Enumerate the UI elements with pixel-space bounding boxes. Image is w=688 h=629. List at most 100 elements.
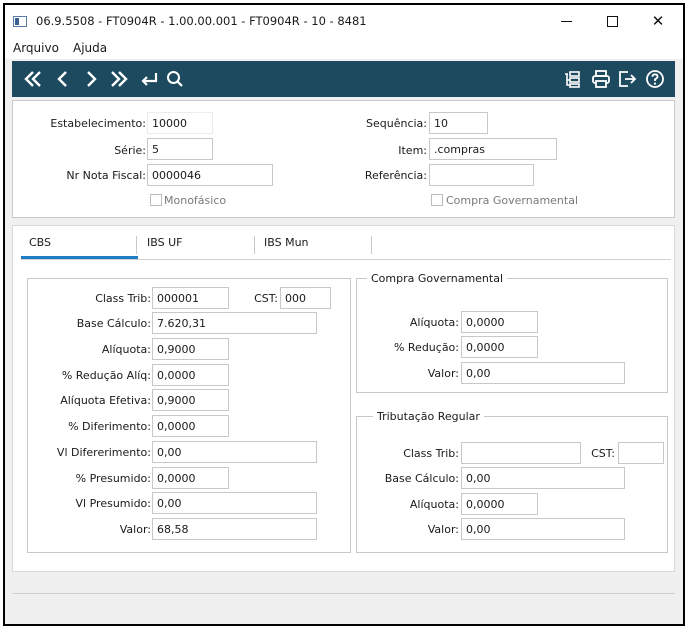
compra-governamental-group: Compra Governamental Alíquota: 0,0000 % … [356, 272, 668, 393]
tab-ibs-mun[interactable]: IBS Mun [264, 236, 309, 249]
close-icon: ✕ [651, 12, 665, 30]
tab-cbs[interactable]: CBS [29, 236, 51, 249]
cg-reducao-field[interactable]: 0,0000 [461, 336, 538, 358]
exit-button[interactable] [616, 68, 638, 90]
compra-governamental-label: Compra Governamental [446, 194, 579, 207]
last-icon [111, 71, 128, 87]
filter-button[interactable] [562, 68, 584, 90]
previous-icon [57, 71, 67, 87]
filter-icon [565, 71, 580, 88]
compra-governamental-title: Compra Governamental [367, 272, 508, 285]
cg-valor-field[interactable]: 0,00 [461, 362, 625, 384]
base-calculo-label: Base Cálculo: [76, 317, 151, 330]
close-button[interactable]: ✕ [635, 5, 681, 37]
tributacao-regular-group: Tributação Regular Class Trib: CST: Base… [356, 410, 668, 553]
vl-diferimento-label: Vl Difererimento: [56, 446, 151, 459]
previous-record-button[interactable] [52, 68, 74, 90]
monofasico-label: Monofásico [164, 194, 227, 207]
presumido-label: % Presumido: [75, 472, 151, 485]
print-button[interactable] [590, 68, 612, 90]
vl-diferimento-field[interactable]: 0,00 [152, 441, 317, 463]
maximize-button[interactable] [589, 5, 635, 37]
valor-label: Valor: [119, 523, 151, 536]
search-button[interactable] [164, 68, 186, 90]
application-window: 06.9.5508 - FT0904R - 1.00.00.001 - FT09… [3, 3, 685, 626]
tr-cst-label: CST: [591, 447, 615, 460]
vl-presumido-field[interactable]: 0,00 [152, 492, 317, 514]
tributacao-regular-title: Tributação Regular [373, 410, 484, 423]
tr-cst-field[interactable] [618, 442, 664, 464]
estabelecimento-field[interactable]: 10000 [147, 112, 213, 134]
cg-reducao-label: % Redução: [393, 341, 459, 354]
minimize-button[interactable] [543, 5, 589, 37]
status-divider [12, 593, 675, 594]
tr-class-trib-label: Class Trib: [403, 447, 459, 460]
help-button[interactable] [644, 68, 666, 90]
tr-valor-label: Valor: [427, 523, 459, 536]
exit-icon [619, 71, 637, 87]
print-icon [592, 70, 610, 88]
item-field[interactable]: .compras [429, 138, 557, 160]
first-icon [24, 71, 41, 87]
title-bar: 06.9.5508 - FT0904R - 1.00.00.001 - FT09… [5, 5, 683, 37]
monofasico-checkbox[interactable] [150, 194, 162, 206]
goto-icon [141, 73, 158, 86]
cst-label: CST: [254, 292, 278, 305]
header-panel: Estabelecimento: 10000 Série: 5 Nr Nota … [12, 100, 675, 218]
referencia-field[interactable] [429, 164, 534, 186]
tr-aliquota-label: Alíquota: [409, 498, 459, 511]
minimize-icon [560, 20, 572, 22]
aliquota-efetiva-label: Alíquota Efetiva: [60, 394, 151, 407]
search-icon [167, 71, 183, 87]
serie-field[interactable]: 5 [147, 138, 213, 160]
class-trib-field[interactable]: 000001 [152, 287, 229, 309]
vl-presumido-label: Vl Presumido: [75, 497, 151, 510]
tr-aliquota-field[interactable]: 0,0000 [461, 493, 538, 515]
tab-separator [136, 236, 137, 254]
estabelecimento-label: Estabelecimento: [50, 117, 146, 130]
item-label: Item: [398, 144, 427, 157]
tr-base-calculo-label: Base Cálculo: [384, 472, 459, 485]
help-icon [646, 70, 664, 88]
tab-divider [21, 259, 671, 260]
cg-aliquota-label: Alíquota: [409, 316, 459, 329]
cbs-group: Class Trib: 000001 CST: 000 Base Cálculo… [27, 278, 351, 553]
tab-area: CBS IBS UF IBS Mun Class Trib: 000001 CS… [12, 225, 675, 572]
tab-separator [254, 236, 255, 254]
cg-aliquota-field[interactable]: 0,0000 [461, 311, 538, 333]
first-record-button[interactable] [22, 68, 44, 90]
tab-ibs-uf[interactable]: IBS UF [147, 236, 182, 249]
presumido-field[interactable]: 0,0000 [152, 467, 229, 489]
sequencia-field[interactable]: 10 [429, 112, 488, 134]
tr-base-calculo-field[interactable]: 0,00 [461, 467, 625, 489]
tr-class-trib-field[interactable] [461, 442, 581, 464]
window-title: 06.9.5508 - FT0904R - 1.00.00.001 - FT09… [36, 14, 367, 28]
serie-label: Série: [114, 144, 146, 157]
diferimento-label: % Diferimento: [68, 420, 151, 433]
nr-nota-fiscal-field[interactable]: 0000046 [147, 164, 273, 186]
goto-button[interactable] [138, 68, 160, 90]
valor-field[interactable]: 68,58 [152, 518, 317, 540]
next-icon [87, 71, 97, 87]
cg-valor-label: Valor: [427, 367, 459, 380]
diferimento-field[interactable]: 0,0000 [152, 415, 229, 437]
next-record-button[interactable] [80, 68, 102, 90]
reducao-aliq-field[interactable]: 0,0000 [152, 364, 229, 386]
cst-field[interactable]: 000 [280, 287, 331, 309]
last-record-button[interactable] [108, 68, 130, 90]
app-icon [13, 16, 27, 27]
tr-valor-field[interactable]: 0,00 [461, 518, 625, 540]
aliquota-field[interactable]: 0,9000 [152, 338, 229, 360]
aliquota-label: Alíquota: [101, 343, 151, 356]
compra-governamental-checkbox[interactable] [431, 194, 443, 206]
reducao-aliq-label: % Redução Alíq: [61, 369, 151, 382]
menu-ajuda[interactable]: Ajuda [73, 41, 107, 55]
menu-arquivo[interactable]: Arquivo [13, 41, 59, 55]
referencia-label: Referência: [364, 169, 427, 182]
sequencia-label: Sequência: [366, 117, 427, 130]
base-calculo-field[interactable]: 7.620,31 [152, 312, 317, 334]
aliquota-efetiva-field[interactable]: 0,9000 [152, 389, 229, 411]
menu-bar: Arquivo Ajuda [5, 37, 683, 59]
maximize-icon [606, 15, 618, 27]
toolbar [12, 61, 675, 97]
